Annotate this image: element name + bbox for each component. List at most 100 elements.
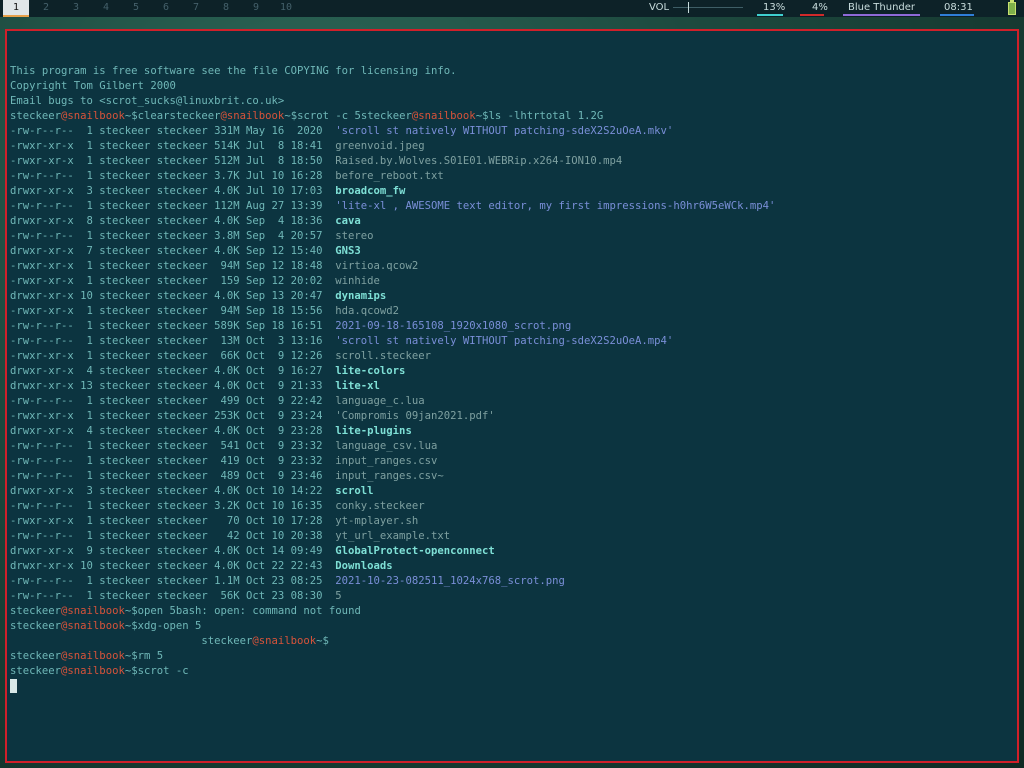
command-text: ~$rm 5: [124, 650, 164, 662]
ls-filename: input_ranges.csv: [335, 455, 438, 467]
volume-slider[interactable]: [673, 7, 743, 8]
ls-filename: 'scroll st natively WITHOUT patching-sde…: [335, 335, 674, 347]
ls-meta: -rw-r--r-- 1 steckeer steckeer 589K Sep …: [10, 320, 336, 332]
header-line: This program is free software see the fi…: [10, 64, 775, 79]
ls-row: drwxr-xr-x 9 steckeer steckeer 4.0K Oct …: [10, 544, 775, 559]
command-text: ~$ls -lhtr: [475, 110, 540, 122]
ls-filename: conky.steckeer: [335, 500, 425, 512]
ls-filename: lite-colors: [335, 365, 406, 377]
ls-meta: -rw-r--r-- 1 steckeer steckeer 541 Oct 9…: [10, 440, 336, 452]
ls-filename: input_ranges.csv~: [335, 470, 444, 482]
prompt-line: steckeer@snailbook~$xdg-open 5: [10, 619, 775, 634]
ls-row: drwxr-xr-x 13 steckeer steckeer 4.0K Oct…: [10, 379, 775, 394]
prompt-user: steckeer: [10, 605, 62, 617]
ls-row: -rwxr-xr-x 1 steckeer steckeer 70 Oct 10…: [10, 514, 775, 529]
terminal-window[interactable]: This program is free software see the fi…: [5, 29, 1019, 763]
ls-row: drwxr-xr-x 7 steckeer steckeer 4.0K Sep …: [10, 244, 775, 259]
ls-row: drwxr-xr-x 3 steckeer steckeer 4.0K Oct …: [10, 484, 775, 499]
ls-row: -rw-r--r-- 1 steckeer steckeer 56K Oct 2…: [10, 589, 775, 604]
ls-row: -rwxr-xr-x 1 steckeer steckeer 94M Sep 1…: [10, 259, 775, 274]
command-text: ~$scrot -c: [124, 665, 189, 677]
ls-filename: GNS3: [335, 245, 361, 257]
prompt-user: steckeer: [10, 665, 62, 677]
workspace-6[interactable]: 6: [153, 0, 179, 15]
workspace-8[interactable]: 8: [213, 0, 239, 15]
prompt-user: steckeer: [10, 650, 62, 662]
ls-filename: scroll.steckeer: [335, 350, 431, 362]
ls-filename: 'lite-xl , AWESOME text editor, my first…: [335, 200, 776, 212]
ls-meta: drwxr-xr-x 8 steckeer steckeer 4.0K Sep …: [10, 215, 336, 227]
prompt-line: steckeer@snailbook~$: [10, 634, 775, 649]
workspace-7[interactable]: 7: [183, 0, 209, 15]
command-text: ~$open 5: [124, 605, 176, 617]
ls-meta: -rwxr-xr-x 1 steckeer steckeer 70 Oct 10…: [10, 515, 336, 527]
workspace-10[interactable]: 10: [273, 0, 299, 15]
ls-filename: scroll: [335, 485, 374, 497]
prompt-host: snailbook: [226, 110, 285, 122]
prompt-user: steckeer: [10, 110, 62, 122]
ls-meta: drwxr-xr-x 13 steckeer steckeer 4.0K Oct…: [10, 380, 336, 392]
ls-meta: -rwxr-xr-x 1 steckeer steckeer 514K Jul …: [10, 140, 336, 152]
ls-row: -rw-r--r-- 1 steckeer steckeer 3.8M Sep …: [10, 229, 775, 244]
ls-row: -rw-r--r-- 1 steckeer steckeer 3.7K Jul …: [10, 169, 775, 184]
ls-filename: 'Compromis 09jan2021.pdf': [335, 410, 495, 422]
ls-row: drwxr-xr-x 4 steckeer steckeer 4.0K Oct …: [10, 424, 775, 439]
ls-filename: winhide: [335, 275, 380, 287]
ls-filename: before_reboot.txt: [335, 170, 444, 182]
prompt-host: snailbook: [67, 665, 125, 677]
ls-meta: -rw-r--r-- 1 steckeer steckeer 1.1M Oct …: [10, 575, 336, 587]
ls-row: -rwxr-xr-x 1 steckeer steckeer 66K Oct 9…: [10, 349, 775, 364]
ls-filename: yt_url_example.txt: [335, 530, 451, 542]
ls-filename: 5: [335, 590, 342, 602]
ls-total: total 1.2G: [539, 110, 604, 122]
terminal-output: This program is free software see the fi…: [10, 64, 775, 694]
ls-row: drwxr-xr-x 10 steckeer steckeer 4.0K Oct…: [10, 559, 775, 574]
top-bar: 1 2 3 4 5 6 7 8 9 10 VOL 13% 4% Blue Thunder 08:3…: [0, 0, 1024, 17]
ls-row: drwxr-xr-x 10 steckeer steckeer 4.0K Sep…: [10, 289, 775, 304]
error-text: bash: open: command not found: [175, 605, 361, 617]
ls-row: -rw-r--r-- 1 steckeer steckeer 489 Oct 9…: [10, 469, 775, 484]
ls-meta: drwxr-xr-x 7 steckeer steckeer 4.0K Sep …: [10, 245, 336, 257]
ls-meta: -rw-r--r-- 1 steckeer steckeer 499 Oct 9…: [10, 395, 336, 407]
ls-filename: broadcom_fw: [335, 185, 406, 197]
workspace-1[interactable]: 1: [3, 0, 29, 17]
workspace-4[interactable]: 4: [93, 0, 119, 15]
volume-label: VOL: [649, 2, 670, 13]
ls-meta: drwxr-xr-x 10 steckeer steckeer 4.0K Sep…: [10, 290, 336, 302]
ls-filename: greenvoid.jpeg: [335, 140, 425, 152]
command-text: ~$clear: [124, 110, 170, 122]
volume-knob[interactable]: [688, 2, 689, 13]
workspace-2[interactable]: 2: [33, 0, 59, 15]
prompt-user: steckeer: [201, 635, 253, 647]
ls-row: -rw-r--r-- 1 steckeer steckeer 112M Aug …: [10, 199, 775, 214]
ls-filename: language_c.lua: [335, 395, 425, 407]
ls-filename: language_csv.lua: [335, 440, 438, 452]
workspace-3[interactable]: 3: [63, 0, 89, 15]
prompt-host: snailbook: [67, 620, 125, 632]
ls-meta: -rw-r--r-- 1 steckeer steckeer 489 Oct 9…: [10, 470, 336, 482]
ls-row: -rw-r--r-- 1 steckeer steckeer 13M Oct 3…: [10, 334, 775, 349]
header-line: Copyright Tom Gilbert 2000: [10, 79, 775, 94]
prompt-line: steckeer@snailbook~$clearsteckeer@snailb…: [10, 109, 775, 124]
prompt-line: steckeer@snailbook~$rm 5: [10, 649, 775, 664]
ls-row: drwxr-xr-x 8 steckeer steckeer 4.0K Sep …: [10, 214, 775, 229]
prompt-user: steckeer: [10, 620, 62, 632]
ls-filename: dynamips: [335, 290, 387, 302]
ls-row: -rw-r--r-- 1 steckeer steckeer 541 Oct 9…: [10, 439, 775, 454]
ls-filename: lite-xl: [335, 380, 380, 392]
ls-meta: -rw-r--r-- 1 steckeer steckeer 3.2K Oct …: [10, 500, 336, 512]
cursor-line: [10, 679, 775, 694]
ls-meta: drwxr-xr-x 3 steckeer steckeer 4.0K Oct …: [10, 485, 336, 497]
ls-row: -rw-r--r-- 1 steckeer steckeer 42 Oct 10…: [10, 529, 775, 544]
ls-filename: 2021-10-23-082511_1024x768_scrot.png: [335, 575, 565, 587]
ls-meta: -rw-r--r-- 1 steckeer steckeer 331M May …: [10, 125, 336, 137]
ls-meta: drwxr-xr-x 10 steckeer steckeer 4.0K Oct…: [10, 560, 336, 572]
workspace-9[interactable]: 9: [243, 0, 269, 15]
prompt-line: steckeer@snailbook~$open 5bash: open: co…: [10, 604, 775, 619]
command-text: ~$xdg-open 5: [124, 620, 202, 632]
ls-meta: drwxr-xr-x 9 steckeer steckeer 4.0K Oct …: [10, 545, 336, 557]
ls-filename: Downloads: [335, 560, 393, 572]
ls-meta: -rw-r--r-- 1 steckeer steckeer 112M Aug …: [10, 200, 336, 212]
prompt-host: snailbook: [258, 635, 317, 647]
workspace-5[interactable]: 5: [123, 0, 149, 15]
